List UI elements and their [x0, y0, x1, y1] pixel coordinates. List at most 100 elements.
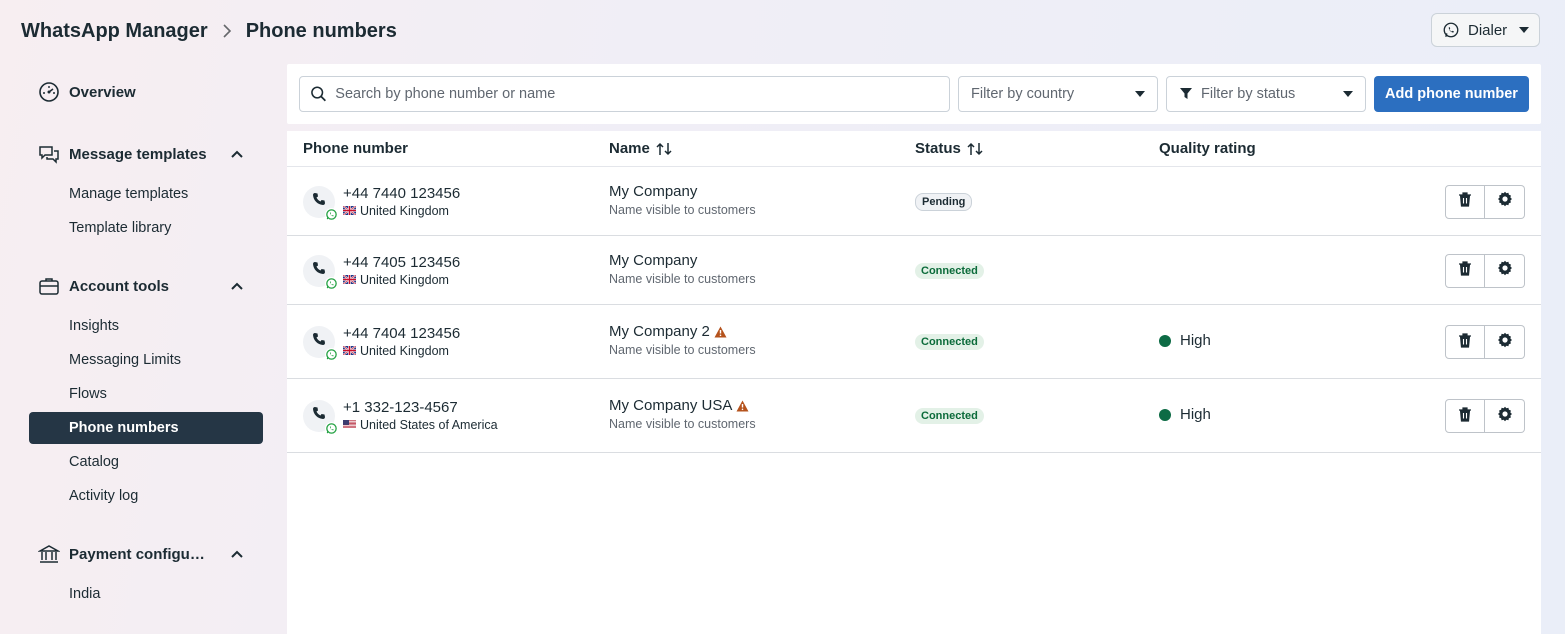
phone-number: +44 7405 123456 — [343, 254, 461, 271]
sidebar-item-messaging-limits[interactable]: Messaging Limits — [29, 344, 263, 376]
delete-button[interactable] — [1445, 253, 1485, 288]
bank-icon — [38, 543, 60, 565]
status-badge: Connected — [915, 334, 984, 350]
status-cell: Connected — [915, 332, 984, 350]
search-input[interactable] — [335, 86, 939, 102]
page-title: Phone numbers — [245, 19, 397, 42]
delete-button[interactable] — [1445, 325, 1485, 359]
sidebar-section-message-templates[interactable]: Message templates — [29, 134, 263, 174]
settings-button[interactable] — [1485, 399, 1525, 433]
sidebar-section-payment-config[interactable]: Payment configu… — [29, 534, 263, 574]
gear-icon — [1497, 332, 1513, 353]
quality-rating: High — [1180, 406, 1211, 423]
row-actions — [1445, 399, 1525, 433]
phone-numbers-table: Phone number Name Status Quality rating … — [287, 131, 1541, 634]
us-flag-icon — [343, 418, 356, 432]
sidebar-item-insights[interactable]: Insights — [29, 310, 263, 342]
phone-avatar — [303, 254, 338, 290]
dashboard-icon — [38, 81, 60, 103]
sidebar-item-india[interactable]: India — [29, 578, 263, 610]
column-header-status[interactable]: Status — [915, 140, 983, 157]
phone-avatar — [303, 325, 338, 361]
sidebar-item-phone-numbers[interactable]: Phone numbers — [29, 412, 263, 444]
sidebar-item-template-library[interactable]: Template library — [29, 212, 263, 244]
name-cell: My Company 2 Name visible to customers — [609, 323, 756, 357]
delete-button[interactable] — [1445, 399, 1485, 433]
breadcrumb: WhatsApp Manager Phone numbers — [21, 17, 397, 45]
name-cell: My Company Name visible to customers — [609, 183, 756, 217]
gear-icon — [1497, 260, 1513, 281]
phone-cell: +44 7405 123456 United Kingdom — [303, 254, 461, 290]
settings-button[interactable] — [1485, 184, 1525, 219]
uk-flag-icon — [343, 204, 356, 218]
country-label: United Kingdom — [343, 273, 460, 287]
gear-icon — [1497, 191, 1513, 212]
filter-status-select[interactable]: Filter by status — [1166, 76, 1366, 112]
whatsapp-icon — [1443, 22, 1459, 38]
breadcrumb-root[interactable]: WhatsApp Manager — [21, 20, 208, 43]
warning-icon[interactable] — [714, 326, 727, 338]
warning-icon[interactable] — [736, 400, 749, 412]
row-actions — [1445, 325, 1525, 359]
country-name: United Kingdom — [360, 273, 449, 287]
row-actions — [1445, 184, 1525, 219]
table-row[interactable]: +44 7440 123456 United Kingdom My Compan… — [287, 167, 1541, 236]
phone-avatar — [303, 185, 338, 221]
sidebar-item-catalog[interactable]: Catalog — [29, 446, 263, 478]
trash-icon — [1457, 191, 1473, 212]
name-cell: My Company USA Name visible to customers — [609, 397, 756, 431]
sidebar-item-activity-log[interactable]: Activity log — [29, 480, 263, 512]
dialer-dropdown[interactable]: Dialer — [1431, 13, 1540, 47]
phone-avatar — [303, 399, 338, 435]
add-phone-number-button[interactable]: Add phone number — [1374, 76, 1529, 112]
sort-icon[interactable] — [967, 142, 983, 156]
trash-icon — [1457, 260, 1473, 281]
chevron-up-icon[interactable] — [231, 550, 243, 558]
filter-icon — [1180, 88, 1192, 99]
sidebar-label-payment-config: Payment configu… — [69, 545, 205, 563]
display-name-subtitle: Name visible to customers — [609, 203, 756, 217]
table-row[interactable]: +44 7404 123456 United Kingdom My Compan… — [287, 305, 1541, 379]
column-header-phone: Phone number — [303, 140, 409, 157]
country-label: United Kingdom — [343, 344, 460, 358]
table-row[interactable]: +44 7405 123456 United Kingdom My Compan… — [287, 236, 1541, 305]
display-name-subtitle: Name visible to customers — [609, 272, 756, 286]
country-name: United Kingdom — [360, 204, 449, 218]
uk-flag-icon — [343, 344, 356, 358]
sidebar-label-message-templates: Message templates — [69, 145, 207, 163]
phone-icon — [312, 406, 326, 425]
sort-icon[interactable] — [656, 142, 672, 156]
display-name-subtitle: Name visible to customers — [609, 343, 756, 357]
uk-flag-icon — [343, 273, 356, 287]
settings-button[interactable] — [1485, 325, 1525, 359]
chevron-up-icon[interactable] — [231, 150, 243, 158]
phone-icon — [312, 192, 326, 211]
chevron-up-icon[interactable] — [231, 282, 243, 290]
chevron-right-icon — [220, 24, 234, 38]
settings-button[interactable] — [1485, 253, 1525, 288]
search-box[interactable] — [299, 76, 950, 112]
table-row[interactable]: +1 332-123-4567 United States of America… — [287, 379, 1541, 453]
phone-number: +44 7440 123456 — [343, 185, 461, 202]
sidebar-item-manage-templates[interactable]: Manage templates — [29, 178, 263, 210]
gear-icon — [1497, 406, 1513, 427]
sidebar-item-overview[interactable]: Overview — [29, 72, 263, 112]
status-badge: Connected — [915, 262, 984, 279]
filter-country-select[interactable]: Filter by country — [958, 76, 1158, 112]
row-actions — [1445, 253, 1525, 288]
quality-cell: High — [1159, 406, 1211, 423]
phone-number: +44 7404 123456 — [343, 325, 461, 342]
caret-down-icon — [1135, 91, 1145, 97]
sidebar-label-overview: Overview — [69, 83, 136, 101]
display-name: My Company 2 — [609, 323, 710, 340]
sidebar-item-flows[interactable]: Flows — [29, 378, 263, 410]
sidebar-section-account-tools[interactable]: Account tools — [29, 266, 263, 306]
table-header: Phone number Name Status Quality rating — [287, 131, 1541, 167]
country-label: United Kingdom — [343, 204, 460, 218]
caret-down-icon — [1519, 27, 1529, 33]
phone-cell: +44 7440 123456 United Kingdom — [303, 185, 461, 221]
dialer-label: Dialer — [1468, 21, 1508, 39]
column-header-name[interactable]: Name — [609, 140, 672, 157]
quality-dot-icon — [1159, 334, 1171, 347]
delete-button[interactable] — [1445, 184, 1485, 219]
